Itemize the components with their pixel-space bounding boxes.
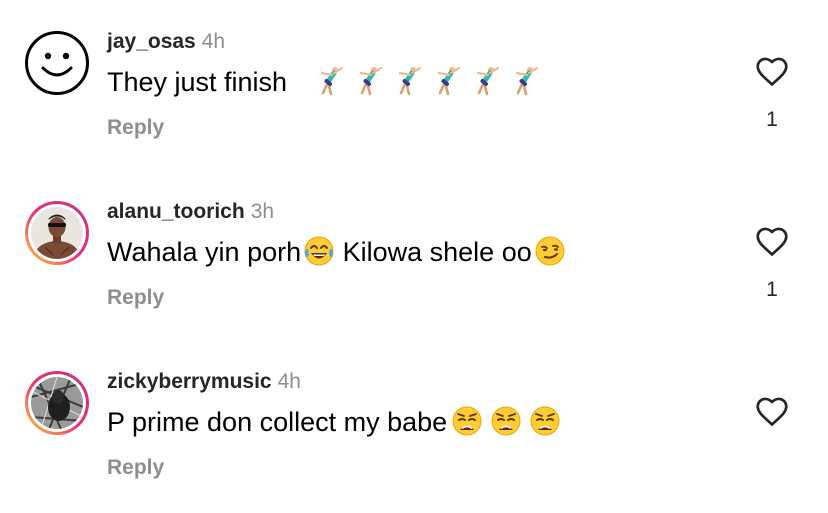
comment-body-part1: Wahala yin porh bbox=[107, 237, 302, 267]
weary-face-icon bbox=[451, 405, 483, 446]
timestamp: 3h bbox=[250, 200, 275, 223]
like-count: 1 bbox=[766, 278, 778, 301]
comment-text: P prime don collect my babe bbox=[107, 404, 561, 446]
like-count: 1 bbox=[766, 108, 778, 131]
emoji-group bbox=[310, 66, 541, 97]
comment-text: Wahala yin porh Kilowa shele oo bbox=[107, 234, 566, 276]
username[interactable]: alanu_toorich bbox=[107, 200, 245, 223]
face-with-tears-of-joy-icon bbox=[303, 235, 335, 276]
avatar[interactable] bbox=[25, 371, 89, 435]
comment-body: They just finish bbox=[107, 67, 288, 97]
username[interactable]: zickyberrymusic bbox=[107, 370, 272, 393]
comment-item: zickyberrymusic 4h P prime don collect my… bbox=[0, 340, 828, 510]
profile-photo bbox=[31, 207, 83, 259]
heart-outline-icon[interactable] bbox=[754, 54, 790, 90]
cartwheel-icon bbox=[392, 65, 424, 106]
cartwheel-icon bbox=[431, 65, 463, 106]
reply-button[interactable]: Reply bbox=[107, 454, 164, 482]
comment-text: They just finish bbox=[107, 64, 541, 106]
weary-face-icon bbox=[529, 405, 561, 446]
smirking-face-icon bbox=[534, 235, 566, 276]
comment-item: alanu_toorich 3h Wahala yin porh Kilowa s… bbox=[0, 170, 828, 340]
smiley-face-icon bbox=[41, 52, 73, 77]
profile-photo bbox=[31, 377, 83, 429]
username[interactable]: jay_osas bbox=[107, 30, 196, 53]
comment-item: jay_osas 4h They just finish Reply 1 bbox=[0, 0, 828, 170]
emoji-group bbox=[447, 406, 561, 437]
avatar[interactable] bbox=[25, 31, 89, 95]
weary-face-icon bbox=[490, 405, 522, 446]
reply-button[interactable]: Reply bbox=[107, 284, 164, 312]
timestamp: 4h bbox=[201, 30, 226, 53]
heart-outline-icon[interactable] bbox=[754, 394, 790, 430]
cartwheel-icon bbox=[353, 65, 385, 106]
comment-header: zickyberrymusic 4h bbox=[107, 368, 301, 396]
reply-button[interactable]: Reply bbox=[107, 114, 164, 142]
cartwheel-icon bbox=[509, 65, 541, 106]
comment-header: alanu_toorich 3h bbox=[107, 198, 274, 226]
avatar[interactable] bbox=[25, 201, 89, 265]
cartwheel-icon bbox=[314, 65, 346, 106]
heart-outline-icon[interactable] bbox=[754, 224, 790, 260]
comment-header: jay_osas 4h bbox=[107, 28, 225, 56]
comment-body: P prime don collect my babe bbox=[107, 407, 448, 437]
cartwheel-icon bbox=[470, 65, 502, 106]
comment-body-part2: Kilowa shele oo bbox=[335, 237, 532, 267]
timestamp: 4h bbox=[277, 370, 301, 393]
